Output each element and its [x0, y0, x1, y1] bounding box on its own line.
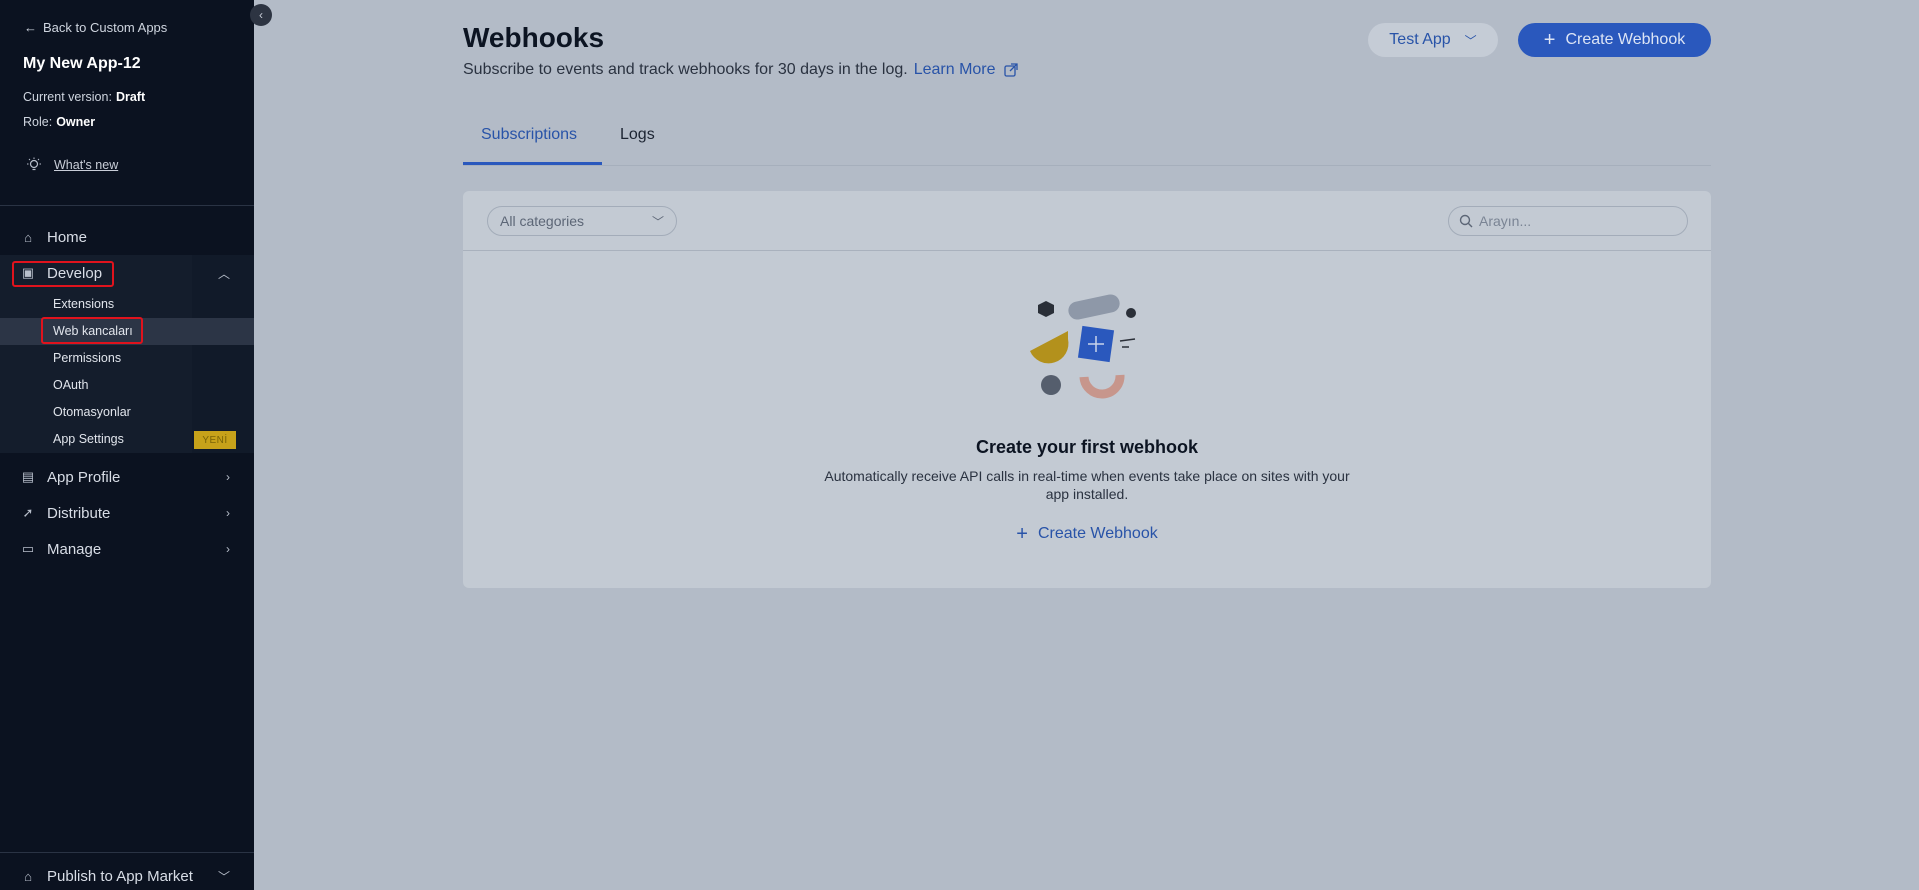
panel-toolbar: All categories ﹀ Arayın... [463, 191, 1711, 251]
subtitle-text: Subscribe to events and track webhooks f… [463, 61, 908, 78]
document-icon: ▤ [21, 469, 35, 484]
home-icon: ⌂ [24, 229, 32, 245]
sidebar-subitem-automations[interactable]: Otomasyonlar [53, 405, 131, 419]
sidebar-item-label: Manage [47, 540, 102, 558]
sidebar-item-label: App Profile [47, 468, 121, 486]
search-input[interactable]: Arayın... [1448, 206, 1688, 236]
role-value: Owner [56, 115, 96, 129]
sidebar-item-distribute[interactable]: ➚ Distribute › [0, 495, 254, 531]
tab-subscriptions[interactable]: Subscriptions [481, 126, 577, 144]
chevron-right-icon: › [226, 506, 230, 520]
role-row: Role: Owner [23, 115, 95, 129]
chevron-left-icon: ‹ [259, 8, 263, 22]
rocket-icon: ➚ [22, 505, 34, 520]
chevron-right-icon: › [226, 542, 230, 556]
chevron-right-icon: › [226, 470, 230, 484]
sidebar-divider [0, 205, 254, 206]
sidebar-subitem-permissions[interactable]: Permissions [53, 351, 121, 365]
sidebar: ← Back to Custom Apps My New App-12 Curr… [0, 0, 254, 890]
whats-new-label: What's new [54, 158, 119, 172]
category-select-value: All categories [500, 213, 585, 229]
learn-more-label: Learn More [913, 61, 996, 78]
sidebar-subitem-oauth[interactable]: OAuth [53, 378, 88, 392]
plus-icon: + [1016, 523, 1028, 545]
sidebar-item-app-profile[interactable]: ▤ App Profile › [0, 459, 254, 495]
back-to-custom-apps-link[interactable]: ← Back to Custom Apps [24, 20, 167, 35]
whats-new-link[interactable]: What's new [26, 157, 118, 173]
search-placeholder: Arayın... [1479, 213, 1532, 229]
briefcase-icon: ▭ [21, 541, 35, 556]
empty-state-link-label: Create Webhook [1037, 525, 1158, 542]
webhooks-panel: All categories ﹀ Arayın... Create your f… [463, 191, 1711, 588]
arrow-left-icon: ← [24, 20, 37, 35]
highlight-webhooks [41, 317, 143, 344]
sidebar-subitem-extensions[interactable]: Extensions [53, 297, 114, 311]
version-label: Current version: [23, 90, 112, 104]
sidebar-item-publish[interactable]: ⌂ Publish to App Market ﹀ [0, 861, 254, 890]
active-tab-indicator [463, 162, 602, 165]
sidebar-subitem-app-settings[interactable]: App Settings [53, 432, 124, 446]
version-row: Current version: Draft [23, 90, 145, 104]
empty-state-description: Automatically receive API calls in real-… [824, 468, 1350, 502]
version-value: Draft [115, 90, 146, 104]
new-badge: YENİ [194, 431, 236, 449]
chevron-down-icon: ﹀ [217, 869, 230, 884]
learn-more-link[interactable]: Learn More [914, 61, 1018, 79]
plus-icon: + [1543, 29, 1556, 51]
app-selector-dropdown[interactable]: Test App ﹀ [1368, 23, 1498, 57]
app-name: My New App-12 [23, 55, 141, 72]
chevron-down-icon: ﹀ [651, 214, 664, 229]
sidebar-item-label: Publish to App Market [47, 867, 193, 885]
tab-logs[interactable]: Logs [620, 126, 655, 144]
empty-state-create-webhook-link[interactable]: + Create Webhook [463, 524, 1711, 544]
app-selector-label: Test App [1389, 31, 1451, 48]
store-icon: ⌂ [24, 868, 32, 884]
category-select[interactable]: All categories ﹀ [487, 206, 677, 236]
role-label: Role: [23, 115, 53, 129]
sidebar-item-manage[interactable]: ▭ Manage › [0, 531, 254, 567]
highlight-develop [12, 261, 114, 287]
sidebar-bottom-divider [0, 852, 254, 853]
sidebar-item-label: Home [47, 228, 88, 246]
empty-state-title: Create your first webhook [975, 437, 1199, 457]
collapse-sidebar-button[interactable]: ‹ [250, 4, 272, 26]
create-webhook-button[interactable]: + Create Webhook [1518, 23, 1711, 57]
sidebar-item-label: Distribute [47, 504, 111, 522]
page-title: Webhooks [463, 22, 605, 53]
external-link-icon [1003, 63, 1018, 77]
lightbulb-icon [27, 157, 41, 171]
back-link-label: Back to Custom Apps [43, 20, 168, 35]
search-icon [1459, 214, 1473, 228]
create-webhook-label: Create Webhook [1565, 31, 1686, 48]
page-subtitle: Subscribe to events and track webhooks f… [463, 61, 1018, 79]
chevron-up-icon: ︿ [217, 266, 230, 281]
tabs-bar: Subscriptions Logs [463, 116, 1711, 166]
sidebar-item-home[interactable]: ⌂ Home [0, 219, 254, 255]
empty-state-illustration [1030, 294, 1136, 399]
chevron-down-icon: ﹀ [1464, 33, 1477, 48]
